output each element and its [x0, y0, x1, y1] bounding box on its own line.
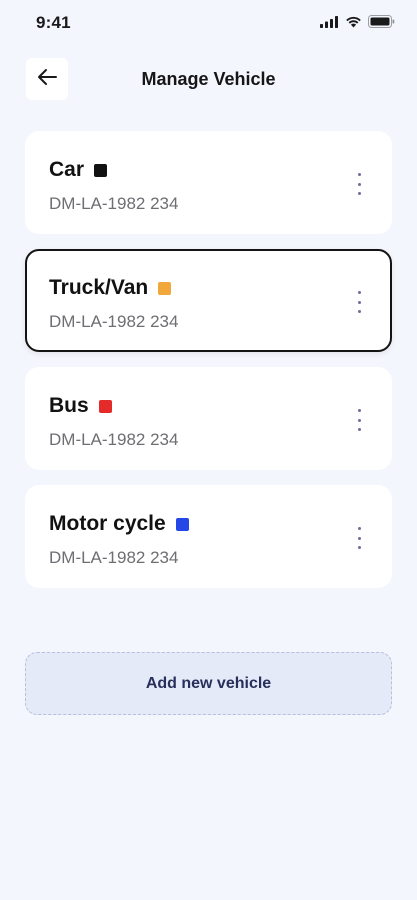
vehicle-list: Car DM-LA-1982 234 Truck/Van DM-LA-1982 … [25, 131, 392, 603]
header: Manage Vehicle [0, 58, 417, 102]
vehicle-plate: DM-LA-1982 234 [49, 194, 179, 213]
vehicle-name: Car [49, 158, 85, 181]
more-options-icon[interactable] [352, 173, 366, 195]
vehicle-name: Motor cycle [49, 512, 166, 535]
vehicle-card-bus[interactable]: Bus DM-LA-1982 234 [25, 367, 392, 470]
manage-vehicle-screen: 9:41 Manage Vehicle Car DM-LA-1982 234 T… [0, 0, 417, 900]
add-new-vehicle-button[interactable]: Add new vehicle [25, 652, 392, 715]
status-time: 9:41 [36, 13, 71, 32]
wifi-icon [345, 15, 362, 33]
vehicle-card-motor-cycle[interactable]: Motor cycle DM-LA-1982 234 [25, 485, 392, 588]
vehicle-color-swatch [175, 517, 189, 531]
vehicle-color-swatch [94, 163, 108, 177]
vehicle-plate: DM-LA-1982 234 [49, 548, 179, 567]
vehicle-name-row: Car [49, 158, 108, 182]
more-options-icon[interactable] [352, 409, 366, 431]
vehicle-plate: DM-LA-1982 234 [49, 430, 179, 449]
vehicle-color-swatch [98, 399, 112, 413]
page-title: Manage Vehicle [141, 69, 276, 89]
vehicle-color-swatch [158, 281, 172, 295]
vehicle-name: Truck/Van [49, 276, 149, 299]
vehicle-name-row: Motor cycle [49, 512, 189, 536]
status-bar: 9:41 [0, 0, 417, 46]
more-options-icon[interactable] [352, 527, 366, 549]
vehicle-plate: DM-LA-1982 234 [49, 312, 179, 331]
status-icons [320, 15, 395, 33]
signal-icon [320, 15, 339, 33]
battery-icon [368, 15, 395, 33]
vehicle-card-car[interactable]: Car DM-LA-1982 234 [25, 131, 392, 234]
vehicle-card-truck-van[interactable]: Truck/Van DM-LA-1982 234 [25, 249, 392, 352]
vehicle-name-row: Truck/Van [49, 276, 172, 300]
vehicle-name-row: Bus [49, 394, 112, 418]
more-options-icon[interactable] [352, 291, 366, 313]
vehicle-name: Bus [49, 394, 89, 417]
